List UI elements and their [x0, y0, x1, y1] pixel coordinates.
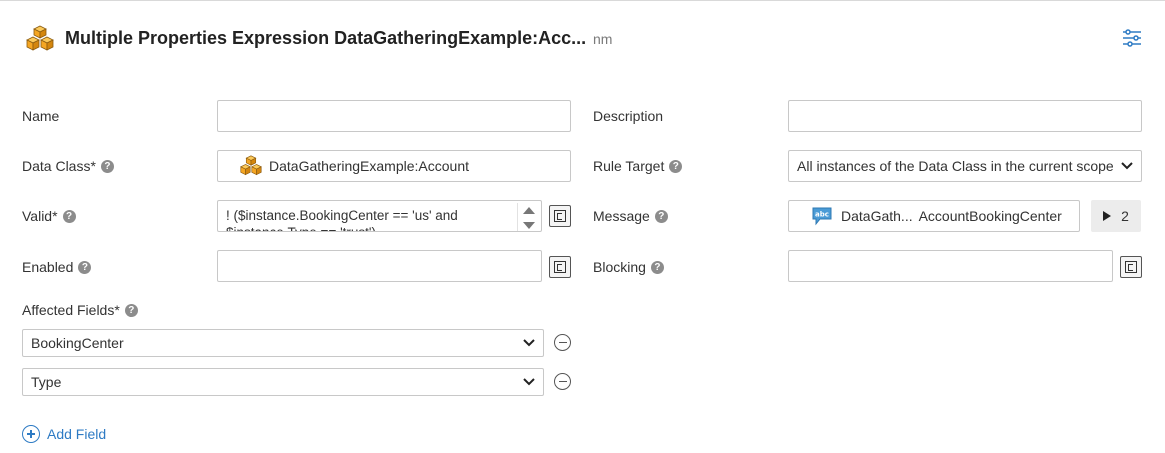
plus-circle-icon — [22, 425, 40, 443]
blocking-input[interactable] — [788, 250, 1113, 282]
abc-speech-bubble-icon: abc — [812, 207, 832, 226]
rule-target-label: Rule Target ? — [593, 158, 683, 174]
expression-icon — [554, 261, 566, 273]
expression-icon — [1125, 261, 1137, 273]
arrow-up-icon[interactable] — [523, 207, 535, 214]
message-field[interactable]: abc DataGath... AccountBookingCenter — [788, 200, 1080, 232]
valid-expression-value: ! ($instance.BookingCenter == 'us' and $… — [226, 208, 458, 231]
affected-fields-label: Affected Fields* ? — [22, 302, 138, 318]
scroll-spinner[interactable] — [517, 203, 539, 231]
help-icon[interactable]: ? — [669, 159, 683, 173]
top-divider — [0, 0, 1165, 1]
message-play-button[interactable]: 2 — [1091, 200, 1141, 232]
affected-field-select[interactable]: BookingCenter — [22, 329, 544, 357]
svg-text:abc: abc — [815, 211, 829, 219]
message-prefix: DataGath... — [841, 208, 913, 224]
chevron-down-icon — [523, 339, 535, 347]
help-icon[interactable]: ? — [78, 260, 92, 274]
data-class-label: Data Class* ? — [22, 158, 114, 174]
remove-field-button[interactable] — [554, 373, 571, 390]
affected-field-select[interactable]: Type — [22, 368, 544, 396]
blocking-label: Blocking ? — [593, 259, 664, 275]
message-value: AccountBookingCenter — [918, 208, 1062, 224]
arrow-down-icon[interactable] — [523, 222, 535, 229]
add-field-label: Add Field — [47, 426, 107, 442]
cube-stack-icon — [26, 25, 54, 51]
message-count: 2 — [1121, 208, 1129, 224]
rule-target-value: All instances of the Data Class in the c… — [797, 158, 1113, 174]
name-label: Name — [22, 108, 60, 124]
rule-target-select[interactable]: All instances of the Data Class in the c… — [788, 150, 1142, 182]
valid-label: Valid* ? — [22, 208, 76, 224]
expression-editor-button[interactable] — [549, 205, 571, 227]
affected-field-value: Type — [31, 374, 62, 390]
add-field-button[interactable]: Add Field — [22, 425, 106, 443]
chevron-down-icon — [1121, 162, 1133, 170]
valid-expression-textarea[interactable]: ! ($instance.BookingCenter == 'us' and $… — [217, 200, 542, 232]
remove-field-button[interactable] — [554, 334, 571, 351]
expression-editor-button[interactable] — [1120, 256, 1142, 278]
affected-field-value: BookingCenter — [31, 335, 124, 351]
message-label: Message ? — [593, 208, 668, 224]
help-icon[interactable]: ? — [62, 209, 76, 223]
expression-icon — [554, 210, 566, 222]
enabled-label: Enabled ? — [22, 259, 92, 275]
name-input[interactable] — [217, 100, 571, 132]
sliders-icon[interactable] — [1121, 27, 1143, 49]
page-title: Multiple Properties Expression DataGathe… — [65, 28, 587, 48]
data-class-field[interactable]: DataGatheringExample:Account — [217, 150, 571, 182]
unit-label: nm — [593, 31, 613, 47]
minus-icon — [558, 380, 567, 383]
help-icon[interactable]: ? — [100, 159, 114, 173]
description-input[interactable] — [788, 100, 1142, 132]
chevron-down-icon — [523, 378, 535, 386]
data-class-value: DataGatheringExample:Account — [269, 158, 469, 174]
help-icon[interactable]: ? — [124, 303, 138, 317]
help-icon[interactable]: ? — [650, 260, 664, 274]
play-icon — [1103, 211, 1112, 221]
help-icon[interactable]: ? — [654, 209, 668, 223]
cube-stack-icon — [240, 155, 262, 176]
minus-icon — [558, 341, 567, 344]
description-label: Description — [593, 108, 664, 124]
enabled-input[interactable] — [217, 250, 542, 282]
expression-editor-button[interactable] — [549, 256, 571, 278]
